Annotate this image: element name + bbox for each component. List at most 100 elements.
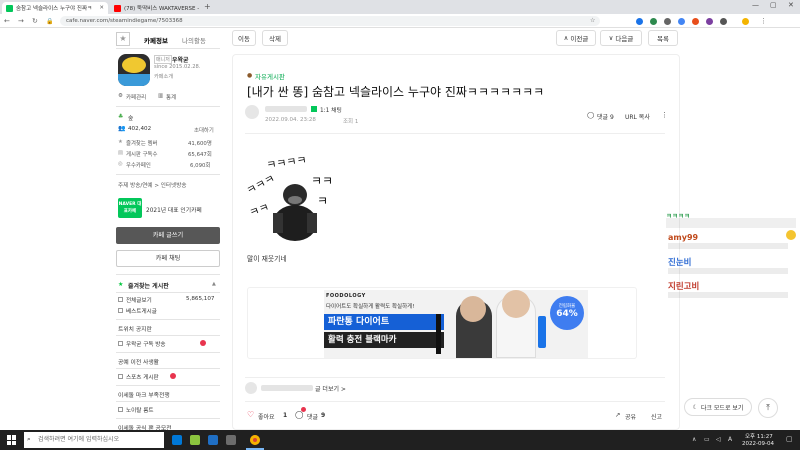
cafe-topic[interactable]: 주제 방송/연예 > 인터넷방송 bbox=[118, 181, 187, 189]
star-icon: ★ bbox=[118, 281, 124, 288]
favorites-title[interactable]: 즐겨찾는 게시판 bbox=[128, 281, 169, 290]
windows-start-icon[interactable] bbox=[7, 435, 17, 445]
windows-taskbar: 검색하려면 여기에 입력하십시오 ⌕ ∧ ▭ ◁ A 오후 11:27 2022… bbox=[0, 430, 800, 450]
manager-name[interactable]: 우왁굳 bbox=[172, 55, 189, 64]
menu-no-exit[interactable]: 노이탈 룸트 bbox=[126, 406, 154, 414]
extension-icon[interactable] bbox=[636, 18, 643, 25]
ad-copy: 다이어트도 확실하게 활력도 확실하게! bbox=[326, 304, 415, 310]
menu-woowakgood-subscribe[interactable]: 우왁굳 구독 방송 bbox=[126, 340, 166, 348]
scroll-top-button[interactable]: ⤒ bbox=[758, 398, 778, 418]
menu-all-posts[interactable]: 전체글보기 bbox=[126, 296, 152, 304]
extension-icon[interactable] bbox=[664, 18, 671, 25]
ime-icon[interactable]: A bbox=[728, 436, 732, 443]
extension-icon[interactable] bbox=[692, 18, 699, 25]
maximize-icon[interactable]: ▢ bbox=[770, 1, 777, 9]
extension-icon[interactable] bbox=[678, 18, 685, 25]
more-icon[interactable]: ⋮ bbox=[661, 111, 668, 119]
cafe-since: since 2015.02.28. bbox=[154, 64, 201, 70]
delete-button[interactable]: 삭제 bbox=[262, 30, 288, 46]
share-button[interactable]: 공유 bbox=[625, 412, 636, 421]
tab-youtube[interactable]: (78) 뚝딱비스 WAKTAVERSE - You ✕ bbox=[110, 2, 200, 14]
menu-group-minecraft[interactable]: 이세돌 마크 부족전쟁 bbox=[118, 390, 170, 399]
share-icon[interactable]: ↗ bbox=[615, 411, 620, 419]
star-icon[interactable]: ★ bbox=[116, 32, 130, 46]
ad-product-bottle bbox=[538, 316, 546, 348]
move-button[interactable]: 이동 bbox=[232, 30, 256, 46]
medal-icon: ◎ bbox=[118, 161, 123, 167]
invite-link[interactable]: 초대하기 bbox=[194, 126, 214, 134]
tab-cafe-info[interactable]: 카페정보 bbox=[144, 35, 168, 45]
dark-mode-button[interactable]: ☾ 다크 모드로 보기 bbox=[684, 398, 752, 416]
minimize-icon[interactable]: — bbox=[752, 1, 759, 9]
close-icon[interactable]: ✕ bbox=[99, 5, 104, 11]
comment-label[interactable]: 댓글 bbox=[307, 412, 318, 421]
forward-icon[interactable]: → bbox=[18, 17, 24, 25]
comment-count-link[interactable]: 댓글 9 bbox=[597, 112, 614, 121]
edge-icon[interactable] bbox=[172, 435, 182, 445]
puzzle-icon[interactable] bbox=[720, 18, 727, 25]
chrome-icon[interactable] bbox=[250, 435, 260, 445]
members-icon: 👥 bbox=[118, 125, 126, 132]
like-label[interactable]: 좋아요 bbox=[258, 412, 275, 421]
extension-icon[interactable] bbox=[706, 18, 713, 25]
menu-group-twitch[interactable]: 트위치 공지란 bbox=[118, 324, 152, 333]
bookmark-star-icon[interactable]: ☆ bbox=[590, 17, 595, 24]
author-more-posts-link[interactable]: 글 더보기 > bbox=[315, 384, 346, 393]
chat-overlay-row bbox=[668, 243, 788, 249]
vs-code-icon[interactable] bbox=[208, 435, 218, 445]
url-bar[interactable]: cafe.naver.com/steamindiegame/7503368 bbox=[60, 16, 600, 26]
chat-overlay-row bbox=[666, 218, 796, 228]
prev-post-button[interactable]: ∧ 이전글 bbox=[556, 30, 596, 46]
url-copy-button[interactable]: URL 복사 bbox=[625, 112, 650, 121]
new-tab-button[interactable]: + bbox=[204, 2, 211, 11]
stats-link[interactable]: 통계 bbox=[166, 93, 176, 101]
minecraft-icon[interactable] bbox=[190, 435, 200, 445]
chat-link[interactable]: 1:1 채팅 bbox=[320, 105, 342, 114]
board-link[interactable]: 자유게시판 bbox=[255, 71, 285, 81]
list-button[interactable]: 목록 bbox=[648, 30, 678, 46]
network-icon[interactable]: ▭ bbox=[704, 436, 710, 443]
menu-group-private[interactable]: 공예 이전 사생활 bbox=[118, 357, 159, 366]
reload-icon[interactable]: ↻ bbox=[32, 17, 38, 25]
cafe-chat-button[interactable]: 카페 채팅 bbox=[116, 250, 220, 267]
menu-sports[interactable]: 스포츠 게시판 bbox=[126, 373, 159, 381]
extension-icon[interactable] bbox=[650, 18, 657, 25]
member-count[interactable]: 402,402 bbox=[128, 126, 151, 132]
meme-image[interactable]: ㅋㅋㅋㅋ ㅋㅋㅋ ㅋㅋ ㅋㅋ ㅋ bbox=[247, 155, 347, 241]
taskbar-search-input[interactable]: 검색하려면 여기에 입력하십시오 bbox=[24, 432, 164, 448]
menu-best[interactable]: 베스트게시글 bbox=[126, 307, 157, 315]
volume-icon[interactable]: ◁ bbox=[716, 436, 721, 443]
caret-up-icon[interactable]: ▲ bbox=[212, 281, 216, 287]
cafe-manage-link[interactable]: 카페관리 bbox=[126, 93, 146, 101]
avatar[interactable] bbox=[245, 382, 257, 394]
next-post-button[interactable]: ∨ 다음글 bbox=[600, 30, 642, 46]
avatar[interactable] bbox=[245, 105, 259, 119]
window-close-icon[interactable]: ✕ bbox=[788, 1, 794, 9]
write-post-button[interactable]: 카페 글쓰기 bbox=[116, 227, 220, 244]
heart-icon[interactable]: ♡ bbox=[247, 410, 254, 419]
report-button[interactable]: 신고 bbox=[651, 412, 662, 421]
ad-banner[interactable]: FOODOLOGY 다이어트도 확실하게 활력도 확실하게! 파란통 다이어트 … bbox=[247, 287, 637, 359]
profile-avatar[interactable] bbox=[742, 18, 749, 25]
new-badge-icon bbox=[200, 340, 206, 346]
app-icon[interactable] bbox=[226, 435, 236, 445]
author-name-blurred[interactable] bbox=[261, 385, 313, 391]
gear-icon: ⚙ bbox=[118, 93, 123, 99]
back-icon[interactable]: ← bbox=[4, 17, 10, 25]
notification-icon[interactable]: ▢ bbox=[786, 435, 793, 443]
tab-my-activity[interactable]: 나의활동 bbox=[182, 35, 206, 45]
menu-dots-icon[interactable]: ⋮ bbox=[760, 17, 767, 25]
tray-chevron-icon[interactable]: ∧ bbox=[692, 436, 696, 443]
ad-creative[interactable]: FOODOLOGY 다이어트도 확실하게 활력도 확실하게! 파란통 다이어트 … bbox=[324, 290, 588, 358]
taskbar-time[interactable]: 오후 11:27 bbox=[745, 432, 773, 440]
article-title: [내가 싼 똥] 숨참고 넥슬라이스 누구야 진짜ㅋㅋㅋㅋㅋㅋㅋ bbox=[247, 85, 545, 99]
board-icon bbox=[118, 341, 123, 346]
taskbar-date[interactable]: 2022-09-04 bbox=[742, 441, 774, 447]
tab-cafe[interactable]: 숨참고 넥슬라이스 누구야 진짜ㅋ ✕ bbox=[2, 2, 108, 14]
cafe-logo[interactable] bbox=[118, 54, 150, 86]
chat-overlay-user: amy99 bbox=[668, 233, 699, 242]
chevron-up-icon: ∧ bbox=[563, 34, 569, 42]
cafe-intro-link[interactable]: 카페소개 bbox=[154, 73, 173, 80]
tree-icon: ♣ bbox=[118, 113, 124, 120]
author-name-blurred[interactable] bbox=[265, 106, 307, 112]
